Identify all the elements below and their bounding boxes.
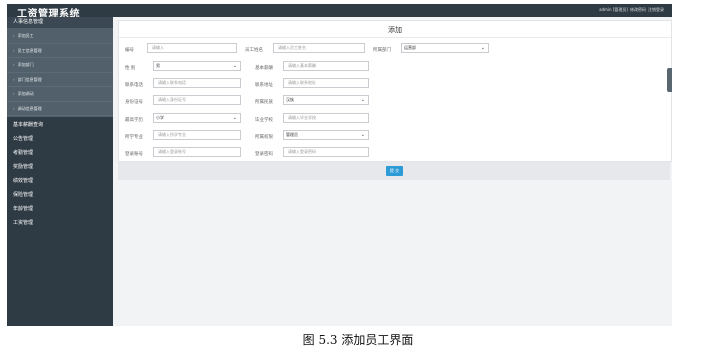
major-input[interactable]: 请输入所学专业 (153, 130, 241, 140)
education-select[interactable]: 小学 ⌄ (153, 113, 241, 123)
form-actions-bar: 提 交 (118, 162, 670, 180)
sidebar-group-performance[interactable]: 绩效管理 (7, 176, 113, 187)
emp-name-input[interactable]: 请输入员工姓名 (273, 43, 365, 53)
phone-input[interactable]: 请输入联系电话 (153, 78, 241, 88)
user-links: admin [管理员] 修改密码 注销登录 (599, 7, 664, 13)
emp-name-label: 员工姓名 (245, 48, 263, 53)
sidebar-item-employee-info[interactable]: 员工信息管理 (7, 44, 113, 58)
education-value: 小学 (156, 115, 164, 120)
sidebar-group-reward[interactable]: 奖励管理 (7, 162, 113, 173)
sidebar-group-insurance[interactable]: 保险管理 (7, 190, 113, 201)
school-label: 毕业学校 (255, 118, 273, 123)
page-title: 添加 (388, 26, 402, 34)
sidebar-submenu-hr: 添加员工 员工信息管理 添加部门 部门信息管理 添加调动 调动信息管理 (7, 28, 113, 117)
sidebar-item-department-info[interactable]: 部门信息管理 (7, 73, 113, 87)
login-account-input[interactable]: 请输入登录账号 (153, 147, 241, 157)
sidebar-item-add-employee[interactable]: 添加员工 (7, 29, 113, 44)
address-label: 联系地址 (255, 83, 273, 88)
sidebar-group-attendance[interactable]: 考勤管理 (7, 148, 113, 159)
chevron-down-icon: ⌄ (232, 63, 237, 69)
base-salary-input[interactable]: 请输入基本薪酬 (283, 61, 369, 71)
department-select[interactable]: 运营部 ⌄ (401, 43, 489, 53)
chevron-down-icon: ⌄ (232, 115, 237, 121)
ethnicity-label: 所属民族 (255, 100, 273, 105)
chevron-down-icon: ⌄ (360, 132, 365, 138)
address-input[interactable]: 请输入联系地址 (283, 78, 369, 88)
role-value: 管理员 (286, 132, 298, 137)
phone-label: 联系电话 (125, 83, 143, 88)
figure-caption: 图 5.3 添加员工界面 (302, 333, 414, 347)
sidebar-group-salary-query[interactable]: 基本薪酬查询 (7, 120, 113, 131)
sidebar-group-notice[interactable]: 公告管理 (7, 134, 113, 145)
chevron-down-icon: ⌄ (360, 97, 365, 103)
education-label: 最高学历 (125, 118, 143, 123)
login-account-label: 登录账号 (125, 152, 143, 157)
sidebar: 人事信息管理 添加员工 员工信息管理 添加部门 部门信息管理 添加调动 调动信息… (7, 17, 113, 326)
sidebar-group-age[interactable]: 年龄管理 (7, 204, 113, 215)
gender-select[interactable]: 男 ⌄ (153, 61, 241, 71)
sidebar-item-add-department[interactable]: 添加部门 (7, 58, 113, 73)
chevron-down-icon: ⌄ (480, 45, 485, 51)
role-select[interactable]: 管理员 ⌄ (283, 130, 369, 140)
logout-link[interactable]: 注销登录 (648, 7, 664, 13)
sidebar-group-hr[interactable]: 人事信息管理 (7, 17, 113, 28)
ethnicity-value: 汉族 (286, 97, 294, 102)
login-password-label: 登录密码 (255, 152, 273, 157)
sidebar-item-transfer-info[interactable]: 调动信息管理 (7, 102, 113, 116)
id-card-input[interactable]: 请输入身份证号 (153, 95, 241, 105)
role-label: 所属权限 (255, 135, 273, 140)
login-password-input[interactable]: 请输入登录密码 (283, 147, 369, 157)
base-salary-label: 基本薪酬 (255, 66, 273, 71)
major-label: 所学专业 (125, 135, 143, 140)
gender-value: 男 (156, 63, 160, 68)
ethnicity-select[interactable]: 汉族 ⌄ (283, 95, 369, 105)
change-password-link[interactable]: 修改密码 (630, 7, 646, 13)
school-input[interactable]: 请输入毕业学校 (283, 113, 369, 123)
id-card-label: 身份证号 (125, 100, 143, 105)
add-employee-form: 添加 编号 请输入 员工姓名 请输入员工姓名 所属部门 运营部 ⌄ 性 别 男 … (118, 20, 672, 162)
department-value: 运营部 (404, 45, 416, 50)
app-window: 工资管理系统 admin [管理员] 修改密码 注销登录 人事信息管理 添加员工… (7, 4, 672, 326)
side-feedback-tab[interactable] (667, 68, 672, 92)
title-divider (119, 37, 671, 38)
top-bar: 工资管理系统 admin [管理员] 修改密码 注销登录 (7, 4, 672, 20)
department-label: 所属部门 (373, 48, 391, 53)
emp-no-label: 编号 (125, 48, 134, 53)
sidebar-group-payroll[interactable]: 工资管理 (7, 218, 113, 229)
emp-no-input[interactable]: 请输入 (147, 43, 237, 53)
main-content: 添加 编号 请输入 员工姓名 请输入员工姓名 所属部门 运营部 ⌄ 性 别 男 … (118, 20, 672, 326)
user-label: admin [管理员] (599, 7, 628, 12)
gender-label: 性 别 (125, 66, 136, 71)
submit-button[interactable]: 提 交 (386, 166, 403, 176)
sidebar-item-add-transfer[interactable]: 添加调动 (7, 87, 113, 102)
